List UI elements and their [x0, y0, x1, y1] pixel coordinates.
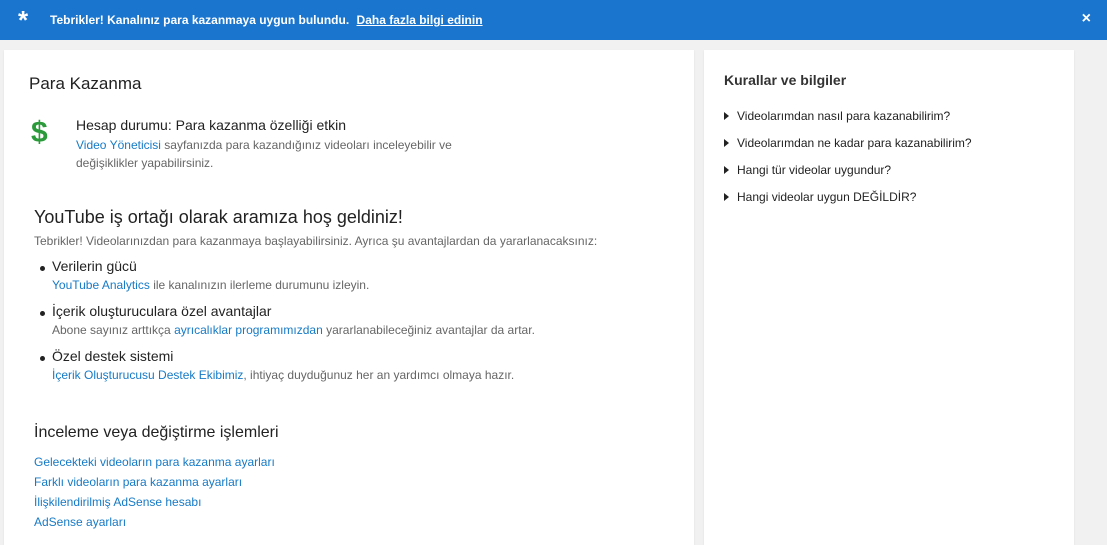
benefit-title: İçerik oluşturuculara özel avantajlar	[52, 303, 272, 319]
welcome-heading: YouTube iş ortağı olarak aramıza hoş gel…	[34, 207, 403, 227]
other-videos-settings-link[interactable]: Farklı videoların para kazanma ayarları	[34, 472, 275, 492]
page-title: Para Kazanma	[29, 74, 142, 93]
banner-text: Tebrikler! Kanalınız para kazanmaya uygu…	[50, 13, 350, 27]
creator-support-link[interactable]: İçerik Oluşturucusu Destek Ekibimiz	[52, 368, 243, 382]
actions-list: Gelecekteki videoların para kazanma ayar…	[34, 452, 275, 532]
rule-item[interactable]: Videolarımdan nasıl para kazanabilirim?	[724, 109, 950, 123]
youtube-analytics-link[interactable]: YouTube Analytics	[52, 278, 150, 292]
rule-item[interactable]: Videolarımdan ne kadar para kazanabiliri…	[724, 136, 972, 150]
bullet	[40, 356, 45, 361]
monetization-panel: Para Kazanma $ Hesap durumu: Para kazanm…	[4, 50, 694, 545]
benefit-title: Verilerin gücü	[52, 258, 137, 274]
rule-item[interactable]: Hangi tür videolar uygundur?	[724, 163, 891, 177]
video-manager-link[interactable]: Video Yöneticisi	[76, 138, 161, 152]
banner-message: Tebrikler! Kanalınız para kazanmaya uygu…	[50, 13, 483, 27]
dollar-icon: $	[31, 116, 48, 149]
learn-more-link[interactable]: Daha fazla bilgi edinin	[357, 13, 483, 27]
linked-adsense-link[interactable]: İlişkilendirilmiş AdSense hesabı	[34, 492, 275, 512]
triangle-right-icon	[724, 139, 729, 147]
rules-panel: Kurallar ve bilgiler Videolarımdan nasıl…	[704, 50, 1074, 545]
rule-item[interactable]: Hangi videolar uygun DEĞİLDİR?	[724, 190, 916, 204]
future-videos-settings-link[interactable]: Gelecekteki videoların para kazanma ayar…	[34, 452, 275, 472]
close-icon[interactable]: ×	[1082, 10, 1091, 28]
adsense-settings-link[interactable]: AdSense ayarları	[34, 512, 275, 532]
notification-banner: * Tebrikler! Kanalınız para kazanmaya uy…	[0, 0, 1107, 40]
actions-heading: İnceleme veya değiştirme işlemleri	[34, 424, 279, 441]
account-status-desc: Video Yöneticisi sayfanızda para kazandı…	[76, 138, 452, 170]
benefit-desc: YouTube Analytics ile kanalınızın ilerle…	[52, 278, 370, 292]
bullet	[40, 311, 45, 316]
privileges-program-link[interactable]: ayrıcalıklar programımızdan	[174, 323, 323, 337]
triangle-right-icon	[724, 166, 729, 174]
account-status: Hesap durumu: Para kazanma özelliği etki…	[76, 117, 347, 133]
benefit-desc: İçerik Oluşturucusu Destek Ekibimiz, iht…	[52, 368, 515, 382]
benefit-desc: Abone sayınız arttıkça ayrıcalıklar prog…	[52, 323, 535, 337]
triangle-right-icon	[724, 112, 729, 120]
asterisk-icon: *	[18, 5, 29, 35]
rules-title: Kurallar ve bilgiler	[724, 72, 847, 88]
triangle-right-icon	[724, 193, 729, 201]
benefit-title: Özel destek sistemi	[52, 348, 174, 364]
welcome-intro: Tebrikler! Videolarınızdan para kazanmay…	[34, 234, 598, 248]
bullet	[40, 266, 45, 271]
